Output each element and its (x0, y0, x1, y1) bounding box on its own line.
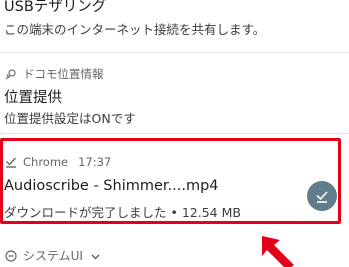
location-app-icon (5, 68, 17, 80)
chevron-down-icon[interactable] (91, 249, 100, 263)
app-name: システムUI (23, 249, 83, 263)
divider (0, 52, 349, 53)
system-ui-icon (5, 249, 17, 262)
notification-title: 位置提供 (4, 90, 62, 106)
notification-header: システムUI (5, 247, 100, 264)
highlight-frame (0, 138, 341, 224)
notification-shade: USBテザリング この端末のインターネット接続を共有します。 ドコモ位置情報 位… (0, 0, 349, 267)
pointer-arrow-icon (258, 236, 298, 267)
app-name: ドコモ位置情報 (23, 67, 104, 81)
notification-title: USBテザリング (4, 0, 107, 15)
divider (0, 133, 349, 134)
notification-header: ドコモ位置情報 (5, 66, 104, 82)
notification-body: この端末のインターネット接続を共有します。 (4, 22, 266, 37)
notification-body: 位置提供設定はONです (4, 111, 136, 126)
